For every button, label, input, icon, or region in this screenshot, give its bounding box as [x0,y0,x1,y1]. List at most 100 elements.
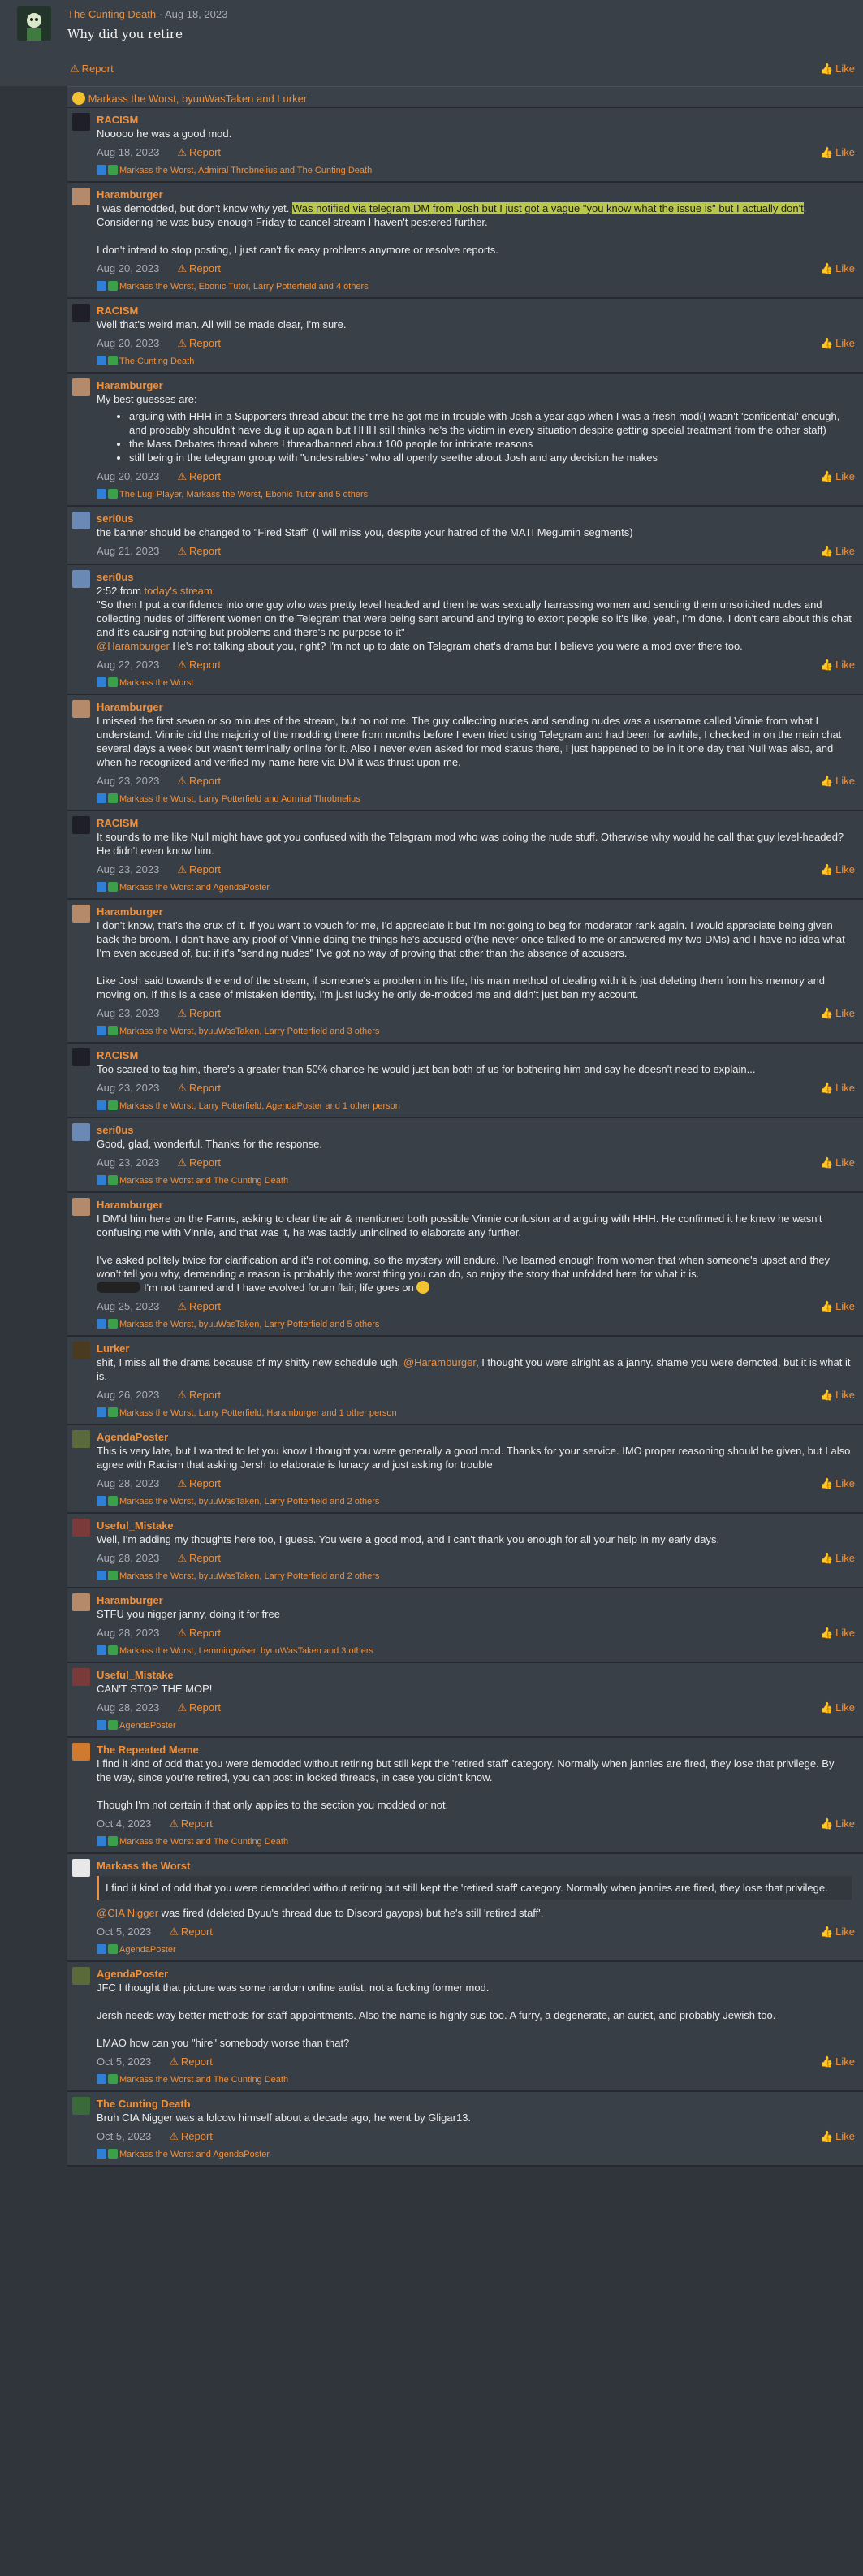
avatar[interactable] [72,1593,90,1611]
like-button[interactable]: 👍 Like [820,1812,855,1836]
author-name[interactable]: Haramburger [97,1593,852,1607]
avatar[interactable] [72,570,90,588]
avatar[interactable] [72,188,90,205]
report-button[interactable]: ⚠ Report [70,63,114,76]
reaction-bar[interactable]: The Lugi Player, Markass the Worst, Ebon… [67,489,863,505]
like-button[interactable]: 👍 Like [820,769,855,793]
reaction-bar[interactable]: Markass the Worst, byuuWasTaken, Larry P… [67,1026,863,1042]
author-name[interactable]: RACISM [97,816,852,830]
report-button[interactable]: ⚠ Report [169,2055,213,2068]
avatar[interactable] [72,113,90,131]
avatar[interactable] [72,905,90,923]
like-button[interactable]: 👍 Like [820,1151,855,1175]
user-mention[interactable]: @CIA Nigger [97,1907,158,1919]
report-button[interactable]: ⚠ Report [169,2130,213,2142]
reaction-bar[interactable]: AgendaPoster [67,1720,863,1736]
post-date[interactable]: Oct 4, 2023 [97,1817,151,1830]
user-mention[interactable]: @Haramburger [403,1356,476,1368]
stream-link[interactable]: today's stream: [145,585,216,597]
avatar[interactable] [72,512,90,529]
post-date[interactable]: Aug 23, 2023 [97,1156,159,1169]
reaction-bar[interactable]: Markass the Worst, Larry Potterfield, Ag… [67,1100,863,1117]
post-date[interactable]: Aug 28, 2023 [97,1701,159,1714]
report-button[interactable]: ⚠ Report [177,1477,221,1489]
avatar[interactable] [72,304,90,322]
like-button[interactable]: 👍 Like [820,465,855,489]
report-button[interactable]: ⚠ Report [177,337,221,349]
reaction-bar[interactable]: Markass the Worst, Larry Potterfield and… [67,793,863,810]
author-name[interactable]: Useful_Mistake [97,1519,852,1532]
report-button[interactable]: ⚠ Report [177,1082,221,1094]
post-date[interactable]: Aug 28, 2023 [97,1477,159,1489]
post-date[interactable]: Aug 21, 2023 [97,545,159,557]
reaction-bar[interactable]: The Cunting Death [67,356,863,372]
author-name[interactable]: AgendaPoster [97,1430,852,1444]
reaction-bar[interactable]: AgendaPoster [67,1944,863,1960]
report-button[interactable]: ⚠ Report [177,659,221,671]
reaction-bar[interactable]: Markass the Worst and AgendaPoster [67,2149,863,2165]
post-date[interactable]: Aug 28, 2023 [97,1552,159,1564]
report-button[interactable]: ⚠ Report [177,775,221,787]
author-name[interactable]: seri0us [97,1123,852,1137]
report-button[interactable]: ⚠ Report [177,146,221,158]
like-button[interactable]: 👍 Like [820,1546,855,1571]
author-name[interactable]: Useful_Mistake [97,1668,852,1682]
post-date[interactable]: Aug 18, 2023 [97,146,159,158]
like-button[interactable]: 👍 Like [820,1383,855,1407]
post-date[interactable]: Aug 23, 2023 [97,775,159,787]
post-date[interactable]: Aug 22, 2023 [97,659,159,671]
like-button[interactable]: 👍 Like [820,1001,855,1026]
report-button[interactable]: ⚠ Report [177,1627,221,1639]
like-button[interactable]: 👍 Like [820,1696,855,1720]
avatar[interactable] [72,1342,90,1359]
post-date[interactable]: Aug 20, 2023 [97,262,159,274]
author-name[interactable]: Haramburger [97,188,852,201]
avatar[interactable] [72,1048,90,1066]
post-date[interactable]: Aug 25, 2023 [97,1300,159,1312]
report-button[interactable]: ⚠ Report [169,1817,213,1830]
author-name[interactable]: RACISM [97,113,852,127]
report-button[interactable]: ⚠ Report [177,1701,221,1714]
reaction-bar[interactable]: Markass the Worst, byuuWasTaken, Larry P… [67,1571,863,1587]
reaction-bar[interactable]: Markass the Worst, byuuWasTaken and Lurk… [67,86,863,108]
author-name[interactable]: The Cunting Death [67,8,156,20]
author-name[interactable]: Haramburger [97,1198,852,1212]
author-name[interactable]: seri0us [97,512,852,525]
avatar[interactable] [72,378,90,396]
reaction-bar[interactable]: Markass the Worst, byuuWasTaken, Larry P… [67,1319,863,1335]
like-button[interactable]: 👍 Like [820,1294,855,1319]
author-name[interactable]: The Cunting Death [97,2097,852,2111]
report-button[interactable]: ⚠ Report [177,545,221,557]
report-button[interactable]: ⚠ Report [169,1926,213,1938]
author-name[interactable]: Haramburger [97,378,852,392]
reaction-bar[interactable]: Markass the Worst and The Cunting Death [67,2074,863,2090]
like-button[interactable]: 👍 Like [820,331,855,356]
author-name[interactable]: AgendaPoster [97,1967,852,1981]
avatar[interactable] [72,1123,90,1141]
like-button[interactable]: 👍 Like [820,2124,855,2149]
avatar[interactable] [72,1668,90,1686]
like-button[interactable]: 👍 Like [820,140,855,165]
like-button[interactable]: 👍 Like [820,539,855,564]
report-button[interactable]: ⚠ Report [177,1007,221,1019]
reaction-bar[interactable]: Markass the Worst, byuuWasTaken, Larry P… [67,1496,863,1512]
author-name[interactable]: The Repeated Meme [97,1743,852,1757]
author-name[interactable]: Markass the Worst [97,1859,852,1873]
author-name[interactable]: RACISM [97,304,852,318]
post-date[interactable]: Aug 23, 2023 [97,1007,159,1019]
reaction-bar[interactable]: Markass the Worst and The Cunting Death [67,1175,863,1191]
like-button[interactable]: 👍 Like [820,653,855,677]
avatar[interactable] [72,1967,90,1985]
like-button[interactable]: 👍 Like [820,1920,855,1944]
avatar[interactable] [72,1519,90,1537]
reaction-bar[interactable]: Markass the Worst, Admiral Throbnelius a… [67,165,863,181]
avatar[interactable] [72,1859,90,1877]
like-button[interactable]: 👍 Like [820,1076,855,1100]
like-button[interactable]: 👍 Like [820,63,855,76]
avatar[interactable] [72,1198,90,1216]
author-name[interactable]: seri0us [97,570,852,584]
like-button[interactable]: 👍 Like [820,1472,855,1496]
avatar[interactable] [72,700,90,718]
avatar[interactable] [72,1430,90,1448]
like-button[interactable]: 👍 Like [820,1621,855,1645]
